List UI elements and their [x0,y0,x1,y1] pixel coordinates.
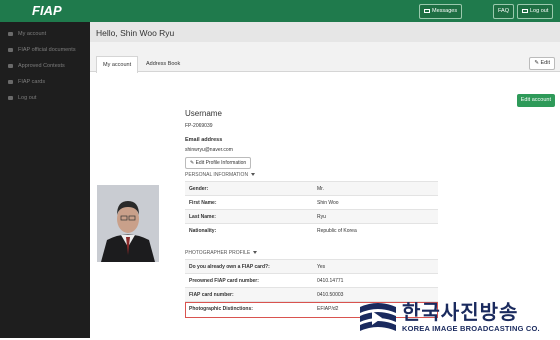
edit-button[interactable]: ✎ Edit [529,57,555,70]
sidebar-item-my-account[interactable]: My account [0,26,90,42]
tab-address-book[interactable]: Address Book [140,56,186,72]
chevron-down-icon [253,251,258,255]
tab-my-account[interactable]: My account [96,56,139,73]
broadcaster-logo-icon [358,301,398,335]
table-row: Do you already own a FIAP card?: Yes [185,259,438,274]
sidebar: FIAP My account FIAP official documents … [0,0,90,338]
table-row: Preowned FIAP card number: 0410.14771 [185,273,438,288]
envelope-icon [424,8,430,13]
profile-photo [97,185,159,262]
sidebar-item-approved-contests[interactable]: Approved Contests [0,58,90,74]
username-label: Username [185,109,222,118]
watermark-english: KOREA IMAGE BROADCASTING CO. [402,323,540,333]
logout-icon [522,8,528,13]
sidebar-item-official-documents[interactable]: FIAP official documents [0,42,90,58]
faq-button[interactable]: FAQ [493,4,515,19]
email-label: Email address [185,137,223,143]
sidebar-item-fiap-cards[interactable]: FIAP cards [0,74,90,90]
personal-info-table: Gender: Mr. First Name: Shin Woo Last Name… [185,181,438,238]
fiap-logo[interactable]: FIAP [0,0,90,22]
edit-profile-button[interactable]: ✎ Edit Profile Information [185,157,252,169]
table-row: First Name: Shin Woo [185,195,438,210]
table-row: Nationality: Republic of Korea [185,223,438,238]
sidebar-item-log-out[interactable]: Log out [0,90,90,106]
card-icon [8,80,13,84]
account-panel: Edit account Username FP-2069039 Email a… [90,73,560,338]
messages-button[interactable]: Messages [419,4,463,19]
sidebar-item-label: Approved Contests [18,63,65,69]
edit-account-button[interactable]: Edit account [516,94,555,107]
page-title: Hello, Shin Woo Ryu [96,28,175,38]
watermark: 한국사진방송 KOREA IMAGE BROADCASTING CO. [358,297,560,338]
table-row: Gender: Mr. [185,181,438,196]
sidebar-item-label: Log out [18,95,37,101]
top-bar: Messages FAQ Log out [90,0,560,22]
sidebar-nav: My account FIAP official documents Appro… [0,22,90,106]
tab-bar: My account Address Book ✎ Edit [90,42,560,73]
email-value: shinwryu@naver.com [185,147,233,153]
sidebar-item-label: FIAP official documents [18,47,76,53]
watermark-korean: 한국사진방송 [402,301,519,324]
photographer-profile-toggle[interactable]: PHOTOGRAPHER PROFILE [185,250,258,256]
user-icon [8,32,13,36]
sidebar-item-label: My account [18,31,47,37]
folder-icon [8,64,13,68]
watermark-text: 한국사진방송 KOREA IMAGE BROADCASTING CO. [402,302,540,334]
sidebar-item-label: FIAP cards [18,79,46,85]
username-value: FP-2069039 [185,123,213,129]
portrait-image [97,185,159,262]
table-row: Last Name: Ryu [185,209,438,224]
folder-icon [8,48,13,52]
page-header: Hello, Shin Woo Ryu [90,22,560,42]
logout-button[interactable]: Log out [517,4,554,19]
logout-icon [8,96,13,100]
chevron-down-icon [251,173,256,177]
personal-info-toggle[interactable]: PERSONAL INFORMATION [185,172,256,178]
